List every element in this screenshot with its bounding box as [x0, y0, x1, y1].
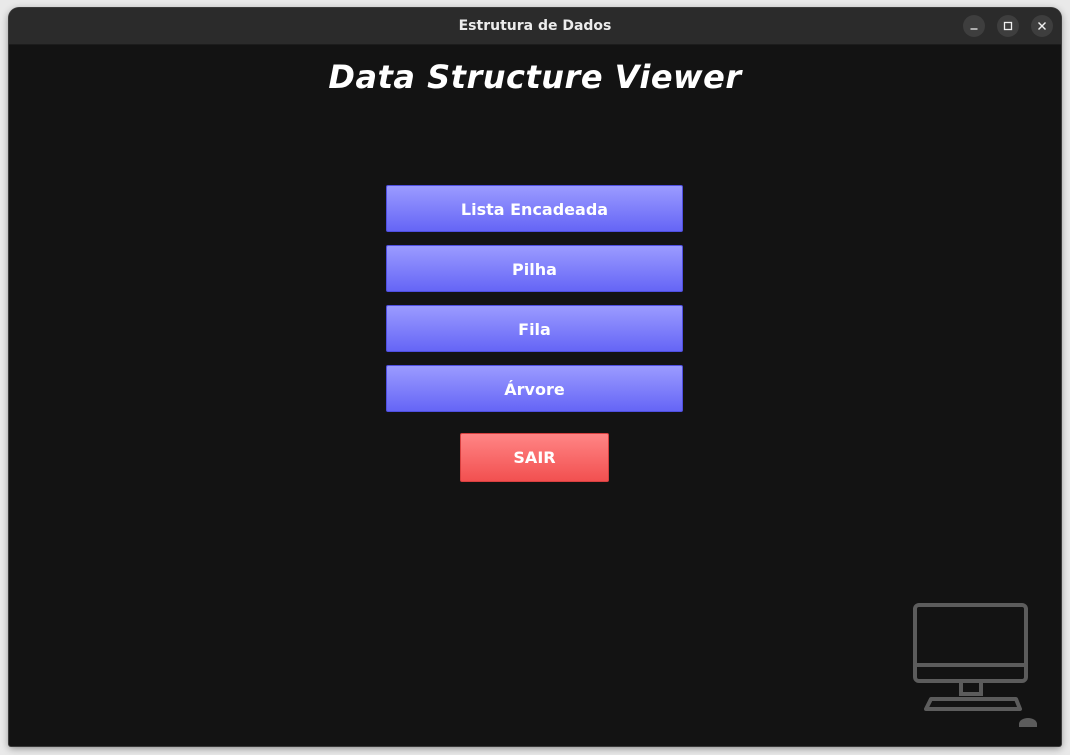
maximize-icon	[1003, 21, 1013, 31]
close-icon	[1038, 22, 1046, 30]
page-title: Data Structure Viewer	[328, 58, 742, 96]
close-button[interactable]	[1031, 15, 1053, 37]
queue-button[interactable]: Fila	[386, 305, 683, 352]
maximize-button[interactable]	[997, 15, 1019, 37]
exit-button[interactable]: SAIR	[460, 433, 609, 482]
window-title: Estrutura de Dados	[458, 18, 612, 34]
linked-list-button[interactable]: Lista Encadeada	[386, 185, 683, 232]
minimize-icon	[970, 28, 978, 30]
main-content: Data Structure Viewer Lista Encadeada Pi…	[9, 45, 1061, 746]
stack-button[interactable]: Pilha	[386, 245, 683, 292]
minimize-button[interactable]	[963, 15, 985, 37]
tree-button[interactable]: Árvore	[386, 365, 683, 412]
title-bar[interactable]: Estrutura de Dados	[9, 8, 1061, 45]
app-window: Estrutura de Dados Data Structure Viewer…	[9, 8, 1061, 746]
desktop-computer-icon	[913, 603, 1037, 727]
